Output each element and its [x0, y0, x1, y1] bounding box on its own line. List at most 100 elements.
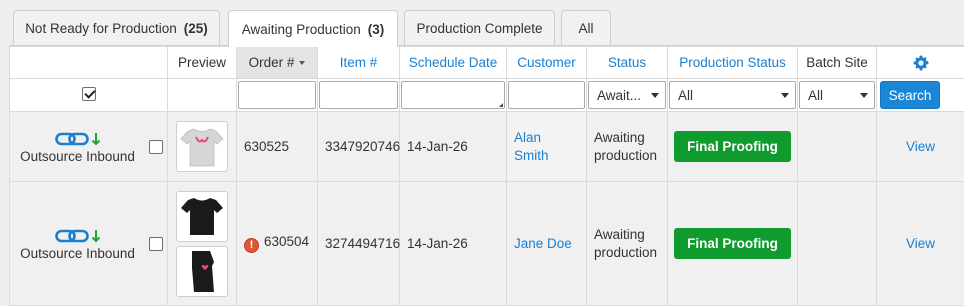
- header-item[interactable]: Item #: [318, 47, 400, 79]
- header-status[interactable]: Status: [587, 47, 668, 79]
- schedule-date-cell: 14-Jan-26: [400, 182, 507, 306]
- view-link[interactable]: View: [877, 236, 964, 251]
- filter-status: Await...: [587, 79, 668, 112]
- tab-not-ready[interactable]: Not Ready for Production (25): [13, 10, 220, 46]
- filter-batch-site: All: [798, 79, 877, 112]
- item-cell: 3274494716: [318, 182, 400, 306]
- order-with-alert: !630504: [237, 234, 309, 249]
- link-chain-icon: [55, 132, 89, 146]
- search-button[interactable]: Search: [880, 81, 940, 109]
- action-cell: View: [877, 182, 964, 306]
- customer-link[interactable]: Jane Doe: [507, 236, 572, 251]
- order-number: 630525: [237, 139, 289, 154]
- select-all-checkbox[interactable]: [82, 87, 96, 101]
- production-status-cell: Final Proofing: [668, 182, 798, 306]
- order-cell: ! 630504: [237, 182, 318, 306]
- table-row: Outsource Inbound 630525 3347920746 14-J…: [10, 112, 964, 182]
- filter-customer: [507, 79, 587, 112]
- product-thumbnail[interactable]: [176, 121, 228, 172]
- status-text: Awaiting production: [587, 226, 665, 262]
- customer-filter-input[interactable]: [508, 81, 585, 109]
- schedule-date-filter-input[interactable]: [401, 81, 505, 109]
- header-batch-site: Batch Site: [798, 47, 877, 79]
- schedule-date: 14-Jan-26: [400, 139, 468, 154]
- status-filter-value: Await...: [597, 88, 641, 103]
- tab-bar: Not Ready for Production (25) Awaiting Pr…: [0, 0, 964, 45]
- header-select: [10, 47, 168, 79]
- header-order-label: Order #: [249, 55, 295, 70]
- chevron-down-icon: [860, 93, 868, 98]
- tab-count: (3): [368, 22, 385, 37]
- table-row: Outsource Inbound ! 630504 3274494716 14-…: [10, 182, 964, 306]
- tshirt-icon: [180, 195, 224, 237]
- order-cell: 630525: [237, 112, 318, 182]
- tshirt-icon: [180, 126, 224, 168]
- header-customer[interactable]: Customer: [507, 47, 587, 79]
- orders-table-container: Preview Order # Item # Schedule Date Cus…: [9, 45, 964, 305]
- source-label: Outsource Inbound: [10, 149, 145, 164]
- product-thumbnail-side[interactable]: [176, 246, 228, 297]
- gear-icon[interactable]: [913, 55, 929, 71]
- resize-grip-icon: [499, 103, 503, 107]
- item-number: 3347920746: [318, 139, 400, 154]
- chevron-down-icon: [781, 93, 789, 98]
- customer-link[interactable]: Alan Smith: [507, 129, 567, 165]
- status-filter-select[interactable]: Await...: [588, 81, 666, 109]
- order-filter-input[interactable]: [238, 81, 316, 109]
- status-cell: Awaiting production: [587, 112, 668, 182]
- tab-awaiting-production[interactable]: Awaiting Production (3): [228, 10, 398, 47]
- customer-cell: Alan Smith: [507, 112, 587, 182]
- alert-icon[interactable]: !: [244, 238, 259, 253]
- tab-label: Not Ready for Production: [25, 21, 177, 36]
- header-order[interactable]: Order #: [237, 47, 318, 79]
- tshirt-icon: [180, 248, 224, 294]
- filter-preview-empty: [168, 79, 237, 112]
- production-status-cell: Final Proofing: [668, 112, 798, 182]
- batch-site-cell: [798, 182, 877, 306]
- arrow-down-icon: [91, 132, 101, 146]
- header-preview: Preview: [168, 47, 237, 79]
- item-number: 3274494716: [318, 236, 400, 251]
- filter-search: Search: [877, 79, 964, 112]
- header-schedule-date[interactable]: Schedule Date: [400, 47, 507, 79]
- source-cell: Outsource Inbound: [10, 112, 168, 182]
- preview-cell: [168, 182, 237, 306]
- status-cell: Awaiting production: [587, 182, 668, 306]
- filter-select-all: [10, 79, 168, 112]
- batch-site-filter-value: All: [808, 88, 823, 103]
- action-cell: View: [877, 112, 964, 182]
- schedule-date-cell: 14-Jan-26: [400, 112, 507, 182]
- tab-all[interactable]: All: [561, 10, 611, 46]
- final-proofing-button[interactable]: Final Proofing: [674, 131, 791, 162]
- header-row: Preview Order # Item # Schedule Date Cus…: [10, 47, 964, 79]
- chevron-down-icon: [651, 93, 659, 98]
- item-filter-input[interactable]: [319, 81, 398, 109]
- final-proofing-button[interactable]: Final Proofing: [674, 228, 791, 259]
- batch-site-filter-select[interactable]: All: [799, 81, 875, 109]
- batch-site-cell: [798, 112, 877, 182]
- product-thumbnail-front[interactable]: [176, 191, 228, 242]
- view-link[interactable]: View: [877, 139, 964, 154]
- row-checkbox[interactable]: [149, 140, 163, 154]
- row-checkbox[interactable]: [149, 237, 163, 251]
- production-status-filter-select[interactable]: All: [669, 81, 796, 109]
- tab-label: All: [578, 21, 593, 36]
- tab-label: Awaiting Production: [242, 22, 361, 37]
- filter-order: [237, 79, 318, 112]
- header-production-status[interactable]: Production Status: [668, 47, 798, 79]
- customer-cell: Jane Doe: [507, 182, 587, 306]
- tab-label: Production Complete: [416, 21, 542, 36]
- filter-schedule-date: [400, 79, 507, 112]
- source-cell: Outsource Inbound: [10, 182, 168, 306]
- order-number: 630504: [264, 234, 309, 249]
- filter-item: [318, 79, 400, 112]
- sort-caret-icon: [299, 61, 305, 65]
- tab-count: (25): [184, 21, 208, 36]
- production-status-filter-value: All: [678, 88, 693, 103]
- tab-production-complete[interactable]: Production Complete: [404, 10, 555, 46]
- header-settings[interactable]: [877, 47, 964, 79]
- filter-production-status: All: [668, 79, 798, 112]
- preview-cell: [168, 112, 237, 182]
- source-label: Outsource Inbound: [10, 246, 145, 261]
- arrow-down-icon: [91, 229, 101, 243]
